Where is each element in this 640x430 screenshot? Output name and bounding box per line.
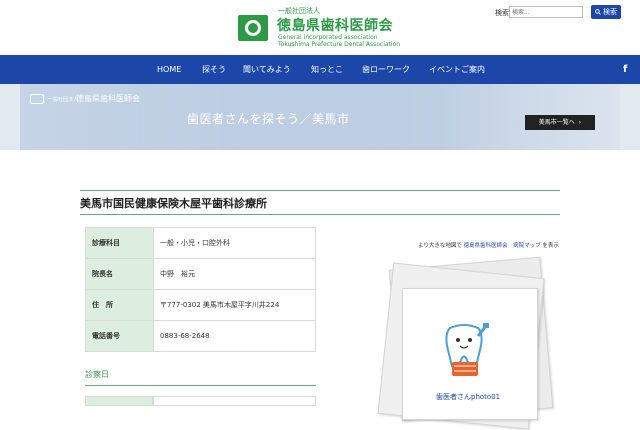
row-key: 診療科目 [85, 227, 154, 259]
nav-item-know[interactable]: 知っとこ [311, 55, 343, 84]
association-logo-icon [238, 15, 268, 41]
nav-item-search[interactable]: 探そう [202, 55, 226, 84]
nav-item-hello-work[interactable]: 歯ローワーク [362, 55, 410, 84]
row-key: 電話番号 [85, 320, 154, 352]
table-row: 電話番号 0883-68-2648 [85, 320, 316, 352]
hero-left-margin [0, 84, 20, 150]
clinic-name: 美馬市国民健康保険木屋平歯科診療所 [80, 197, 267, 210]
schedule-heading: 診察日 [85, 370, 109, 379]
map-link-prefix: より大きな地図で [418, 243, 462, 249]
map-link-line: より大きな地図で 徳島県歯科医師会 病院マップ を表示 [418, 241, 559, 249]
map-link-suffix: を表示 [542, 243, 559, 249]
schedule-key-cell [85, 396, 153, 406]
photo-caption[interactable]: 歯医者さんphoto01 [436, 392, 500, 402]
site-header: 一般社団法人 徳島県歯科医師会 General incorporated ass… [0, 0, 640, 55]
row-value: 一般・小児・口腔外科 [153, 227, 316, 259]
search-button[interactable]: 検索 [591, 5, 621, 19]
tooth-mascot-icon [445, 323, 489, 376]
logo-title: 徳島県歯科医師会 [277, 18, 393, 34]
hero-assoc-name: 徳島県歯科医師会 [76, 94, 140, 103]
city-list-button-label: 美馬市一覧へ [538, 119, 575, 126]
search-button-label: 検索 [603, 8, 617, 16]
schedule-value-cell [153, 396, 316, 406]
facebook-icon[interactable]: f [623, 55, 627, 84]
nav-item-events[interactable]: イベントご案内 [429, 55, 485, 84]
nav-item-ask[interactable]: 聞いてみよう [243, 55, 291, 84]
table-row: 院長名 中野 裕元 [85, 258, 316, 290]
hero-assoc-subtitle: 一般社団法人 [48, 97, 79, 103]
city-list-button[interactable]: 美馬市一覧へ › [525, 115, 595, 130]
search-input[interactable] [509, 6, 583, 18]
main-nav: HOME 探そう 聞いてみよう 知っとこ 歯ローワーク イベントご案内 f [0, 55, 640, 84]
chevron-right-icon: › [578, 119, 582, 126]
nav-item-home[interactable]: HOME [157, 55, 181, 84]
table-row: 診療科目 一般・小児・口腔外科 [85, 227, 316, 259]
row-value: 中野 裕元 [153, 258, 316, 290]
title-rule-bottom [80, 214, 560, 215]
map-link[interactable]: 徳島県歯科医師会 病院マップ [464, 243, 541, 249]
logo-english-line-2: Tokushima Prefecture Dental Association [278, 41, 401, 48]
page-title: 歯医者さんを探そう／美馬市 [187, 112, 350, 126]
title-rule-top [80, 190, 560, 191]
schedule-rule [85, 385, 316, 386]
hero-right-margin [620, 84, 640, 150]
table-row: 住 所 〒777-0302 美馬市木屋平字川井224 [85, 289, 316, 321]
row-value: 〒777-0302 美馬市木屋平字川井224 [153, 289, 316, 321]
row-value: 0883-68-2648 [153, 320, 316, 352]
hero-banner: 一般社団法人 徳島県歯科医師会 歯医者さんを探そう／美馬市 美馬市一覧へ › [20, 84, 620, 150]
row-key: 院長名 [85, 258, 154, 290]
clinic-info-table: 診療科目 一般・小児・口腔外科 院長名 中野 裕元 住 所 〒777-0302 … [85, 227, 316, 352]
row-key: 住 所 [85, 289, 154, 321]
search-icon [595, 9, 601, 15]
association-mark-icon [30, 94, 44, 104]
logo-english-line-1: General incorporated association [278, 34, 378, 41]
search-label: 検索 [495, 9, 509, 17]
site-logo[interactable]: 一般社団法人 徳島県歯科医師会 General incorporated ass… [238, 7, 408, 51]
